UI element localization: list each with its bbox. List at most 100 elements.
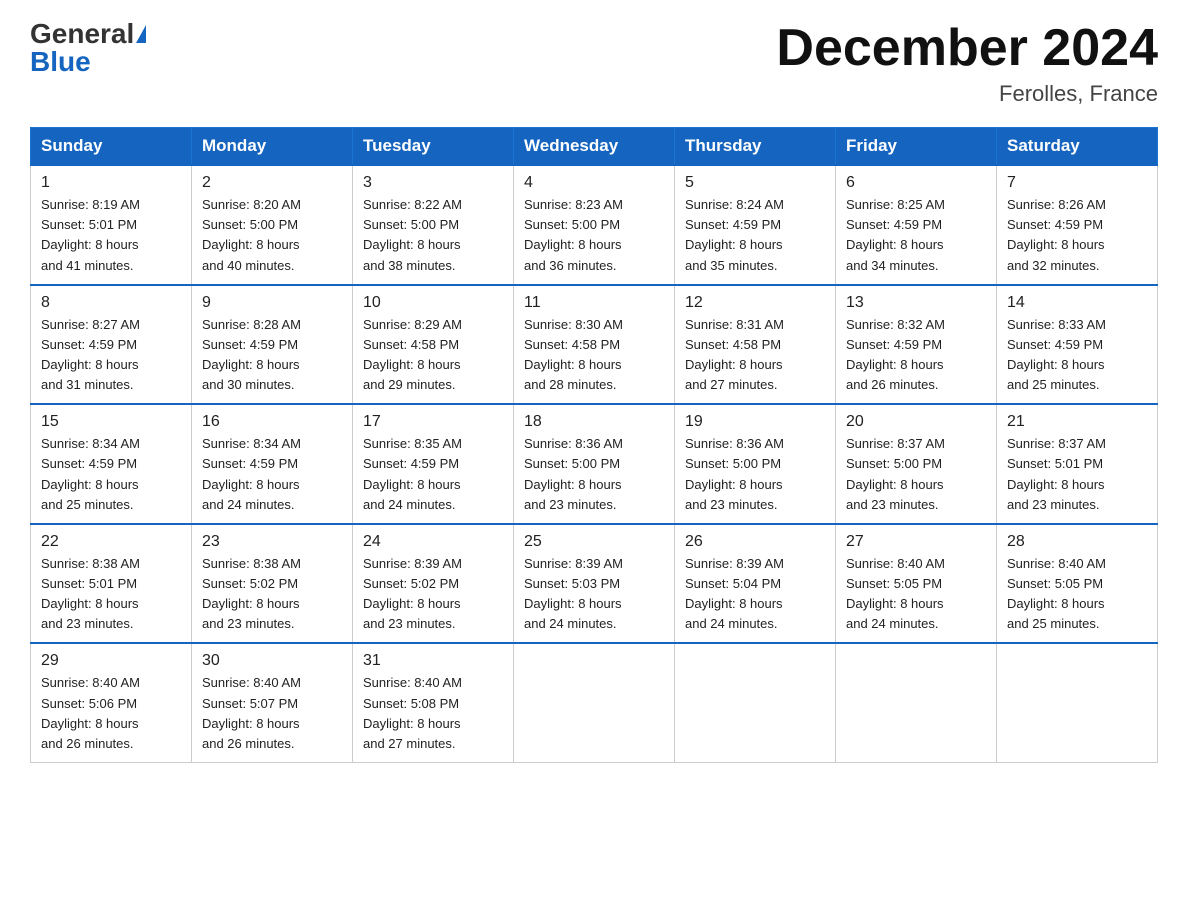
calendar-cell: 23 Sunrise: 8:38 AMSunset: 5:02 PMDayligh…: [192, 524, 353, 644]
day-number: 11: [524, 294, 664, 312]
day-number: 23: [202, 533, 342, 551]
calendar-week-row: 22Sunrise: 8:38 AMSunset: 5:01 PMDayligh…: [31, 524, 1158, 644]
day-number: 16: [202, 413, 342, 431]
calendar-cell: 30Sunrise: 8:40 AMSunset: 5:07 PMDayligh…: [192, 643, 353, 762]
logo: General Blue: [30, 20, 146, 76]
calendar-cell: 4 Sunrise: 8:23 AMSunset: 5:00 PMDaylight…: [514, 165, 675, 285]
day-info: Sunrise: 8:30 AMSunset: 4:58 PMDaylight:…: [524, 315, 664, 396]
day-info: Sunrise: 8:39 AMSunset: 5:04 PMDaylight:…: [685, 554, 825, 635]
calendar-cell: 26 Sunrise: 8:39 AMSunset: 5:04 PMDayligh…: [675, 524, 836, 644]
calendar-cell: 21 Sunrise: 8:37 AMSunset: 5:01 PMDayligh…: [997, 404, 1158, 524]
calendar-cell: 8Sunrise: 8:27 AMSunset: 4:59 PMDaylight…: [31, 285, 192, 405]
day-info: Sunrise: 8:22 AMSunset: 5:00 PMDaylight:…: [363, 195, 503, 276]
calendar-cell: 9 Sunrise: 8:28 AMSunset: 4:59 PMDaylight…: [192, 285, 353, 405]
calendar-cell: 29Sunrise: 8:40 AMSunset: 5:06 PMDayligh…: [31, 643, 192, 762]
day-number: 25: [524, 533, 664, 551]
day-info: Sunrise: 8:39 AMSunset: 5:03 PMDaylight:…: [524, 554, 664, 635]
day-number: 5: [685, 174, 825, 192]
day-of-week-header: Monday: [192, 128, 353, 166]
day-info: Sunrise: 8:40 AMSunset: 5:08 PMDaylight:…: [363, 673, 503, 754]
calendar-cell: 17Sunrise: 8:35 AMSunset: 4:59 PMDayligh…: [353, 404, 514, 524]
day-number: 13: [846, 294, 986, 312]
day-info: Sunrise: 8:26 AMSunset: 4:59 PMDaylight:…: [1007, 195, 1147, 276]
calendar-cell: 11 Sunrise: 8:30 AMSunset: 4:58 PMDayligh…: [514, 285, 675, 405]
day-info: Sunrise: 8:36 AMSunset: 5:00 PMDaylight:…: [685, 434, 825, 515]
day-info: Sunrise: 8:24 AMSunset: 4:59 PMDaylight:…: [685, 195, 825, 276]
day-of-week-header: Sunday: [31, 128, 192, 166]
calendar-cell: 18 Sunrise: 8:36 AMSunset: 5:00 PMDayligh…: [514, 404, 675, 524]
calendar-header-row: SundayMondayTuesdayWednesdayThursdayFrid…: [31, 128, 1158, 166]
day-number: 26: [685, 533, 825, 551]
day-number: 3: [363, 174, 503, 192]
calendar-week-row: 29Sunrise: 8:40 AMSunset: 5:06 PMDayligh…: [31, 643, 1158, 762]
calendar-cell: 6 Sunrise: 8:25 AMSunset: 4:59 PMDaylight…: [836, 165, 997, 285]
calendar-cell: 24 Sunrise: 8:39 AMSunset: 5:02 PMDayligh…: [353, 524, 514, 644]
day-of-week-header: Thursday: [675, 128, 836, 166]
day-info: Sunrise: 8:40 AMSunset: 5:05 PMDaylight:…: [1007, 554, 1147, 635]
page-header: General Blue December 2024 Ferolles, Fra…: [30, 20, 1158, 107]
day-number: 12: [685, 294, 825, 312]
day-number: 10: [363, 294, 503, 312]
calendar-cell: 20 Sunrise: 8:37 AMSunset: 5:00 PMDayligh…: [836, 404, 997, 524]
day-number: 28: [1007, 533, 1147, 551]
calendar-cell: 12 Sunrise: 8:31 AMSunset: 4:58 PMDayligh…: [675, 285, 836, 405]
day-number: 4: [524, 174, 664, 192]
calendar-cell: 25 Sunrise: 8:39 AMSunset: 5:03 PMDayligh…: [514, 524, 675, 644]
day-info: Sunrise: 8:25 AMSunset: 4:59 PMDaylight:…: [846, 195, 986, 276]
day-number: 31: [363, 652, 503, 670]
calendar-cell: 15Sunrise: 8:34 AMSunset: 4:59 PMDayligh…: [31, 404, 192, 524]
day-info: Sunrise: 8:34 AMSunset: 4:59 PMDaylight:…: [202, 434, 342, 515]
day-number: 14: [1007, 294, 1147, 312]
day-number: 21: [1007, 413, 1147, 431]
calendar-cell: 28 Sunrise: 8:40 AMSunset: 5:05 PMDayligh…: [997, 524, 1158, 644]
day-number: 6: [846, 174, 986, 192]
day-info: Sunrise: 8:40 AMSunset: 5:05 PMDaylight:…: [846, 554, 986, 635]
day-number: 15: [41, 413, 181, 431]
calendar-cell: 5 Sunrise: 8:24 AMSunset: 4:59 PMDaylight…: [675, 165, 836, 285]
month-title: December 2024: [776, 20, 1158, 77]
calendar-cell: 3 Sunrise: 8:22 AMSunset: 5:00 PMDaylight…: [353, 165, 514, 285]
calendar-cell: [836, 643, 997, 762]
day-info: Sunrise: 8:38 AMSunset: 5:02 PMDaylight:…: [202, 554, 342, 635]
day-of-week-header: Friday: [836, 128, 997, 166]
day-info: Sunrise: 8:40 AMSunset: 5:06 PMDaylight:…: [41, 673, 181, 754]
day-number: 8: [41, 294, 181, 312]
calendar-cell: [997, 643, 1158, 762]
day-of-week-header: Wednesday: [514, 128, 675, 166]
day-of-week-header: Tuesday: [353, 128, 514, 166]
calendar-week-row: 1Sunrise: 8:19 AMSunset: 5:01 PMDaylight…: [31, 165, 1158, 285]
calendar-table: SundayMondayTuesdayWednesdayThursdayFrid…: [30, 127, 1158, 763]
calendar-cell: 27 Sunrise: 8:40 AMSunset: 5:05 PMDayligh…: [836, 524, 997, 644]
day-info: Sunrise: 8:31 AMSunset: 4:58 PMDaylight:…: [685, 315, 825, 396]
calendar-cell: 14 Sunrise: 8:33 AMSunset: 4:59 PMDayligh…: [997, 285, 1158, 405]
day-of-week-header: Saturday: [997, 128, 1158, 166]
calendar-cell: 13Sunrise: 8:32 AMSunset: 4:59 PMDayligh…: [836, 285, 997, 405]
day-number: 9: [202, 294, 342, 312]
day-info: Sunrise: 8:37 AMSunset: 5:00 PMDaylight:…: [846, 434, 986, 515]
calendar-cell: 19Sunrise: 8:36 AMSunset: 5:00 PMDayligh…: [675, 404, 836, 524]
day-number: 30: [202, 652, 342, 670]
day-info: Sunrise: 8:35 AMSunset: 4:59 PMDaylight:…: [363, 434, 503, 515]
day-number: 22: [41, 533, 181, 551]
day-info: Sunrise: 8:23 AMSunset: 5:00 PMDaylight:…: [524, 195, 664, 276]
calendar-cell: 10 Sunrise: 8:29 AMSunset: 4:58 PMDayligh…: [353, 285, 514, 405]
calendar-week-row: 8Sunrise: 8:27 AMSunset: 4:59 PMDaylight…: [31, 285, 1158, 405]
day-number: 27: [846, 533, 986, 551]
day-info: Sunrise: 8:36 AMSunset: 5:00 PMDaylight:…: [524, 434, 664, 515]
day-number: 18: [524, 413, 664, 431]
logo-triangle-icon: [136, 25, 146, 43]
day-info: Sunrise: 8:33 AMSunset: 4:59 PMDaylight:…: [1007, 315, 1147, 396]
day-info: Sunrise: 8:29 AMSunset: 4:58 PMDaylight:…: [363, 315, 503, 396]
calendar-cell: 1Sunrise: 8:19 AMSunset: 5:01 PMDaylight…: [31, 165, 192, 285]
logo-blue-text: Blue: [30, 48, 91, 76]
day-info: Sunrise: 8:37 AMSunset: 5:01 PMDaylight:…: [1007, 434, 1147, 515]
day-info: Sunrise: 8:28 AMSunset: 4:59 PMDaylight:…: [202, 315, 342, 396]
day-info: Sunrise: 8:39 AMSunset: 5:02 PMDaylight:…: [363, 554, 503, 635]
title-section: December 2024 Ferolles, France: [776, 20, 1158, 107]
calendar-cell: 7 Sunrise: 8:26 AMSunset: 4:59 PMDaylight…: [997, 165, 1158, 285]
day-number: 2: [202, 174, 342, 192]
day-number: 20: [846, 413, 986, 431]
day-number: 7: [1007, 174, 1147, 192]
calendar-cell: 2Sunrise: 8:20 AMSunset: 5:00 PMDaylight…: [192, 165, 353, 285]
day-number: 24: [363, 533, 503, 551]
